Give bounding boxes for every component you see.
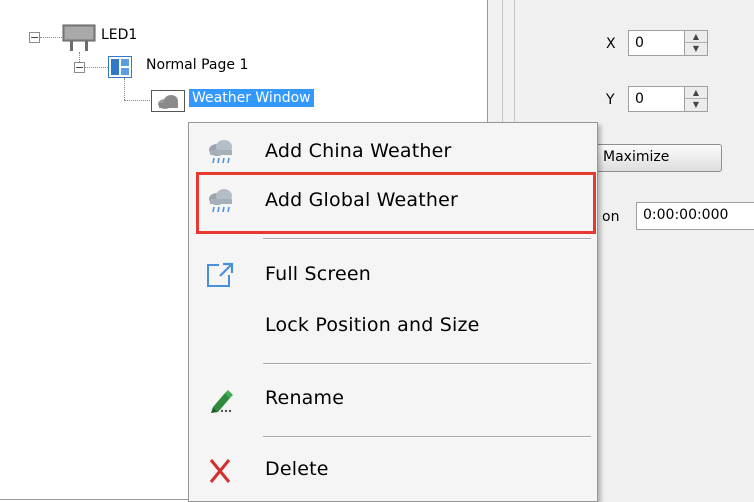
spin-down-icon[interactable]: ▼: [685, 99, 707, 111]
full-screen-icon: [207, 261, 234, 287]
delete-x-icon: [209, 459, 231, 483]
highlight-annotation: [196, 172, 596, 234]
weather-cloud-icon: [209, 140, 232, 164]
menu-label: Lock Position and Size: [265, 314, 480, 336]
menu-label: Delete: [265, 458, 329, 480]
spin-down-icon[interactable]: ▼: [685, 43, 707, 55]
tree-connector: [124, 100, 150, 101]
y-label: Y: [606, 92, 615, 108]
maximize-button[interactable]: Maximize: [596, 144, 722, 172]
tree-connector: [40, 37, 62, 38]
spin-up-icon[interactable]: ▲: [685, 87, 707, 99]
x-spin-buttons: ▲ ▼: [684, 31, 707, 55]
tree-item-led1[interactable]: LED1: [101, 27, 137, 43]
tree-item-normal-page-1[interactable]: Normal Page 1: [146, 57, 248, 73]
menu-item-full-screen[interactable]: Full Screen: [189, 252, 597, 298]
collapse-toggle-led1[interactable]: −: [29, 32, 40, 43]
tree-connector: [124, 78, 125, 100]
duration-label: on: [602, 209, 620, 225]
x-label: X: [606, 36, 616, 52]
menu-separator: [263, 436, 591, 438]
tree-item-weather-window[interactable]: Weather Window: [189, 89, 314, 107]
collapse-toggle-normal-page-1[interactable]: −: [74, 62, 85, 73]
menu-separator: [263, 238, 591, 240]
menu-label: Rename: [265, 387, 345, 409]
page-layout-icon: [108, 56, 132, 78]
led-screen-icon: [62, 24, 96, 51]
menu-separator: [263, 363, 591, 365]
duration-field[interactable]: 0:00:00:000: [636, 202, 754, 230]
cloud-window-icon: [151, 90, 185, 112]
spin-up-icon[interactable]: ▲: [685, 31, 707, 43]
y-value: 0: [635, 91, 644, 107]
menu-label: Full Screen: [265, 263, 372, 285]
x-value: 0: [635, 35, 644, 51]
menu-item-delete[interactable]: Delete: [189, 447, 597, 493]
tree-connector: [85, 67, 108, 68]
y-spin-buttons: ▲ ▼: [684, 87, 707, 111]
menu-item-lock-position-and-size[interactable]: Lock Position and Size: [189, 303, 597, 349]
y-spinbox[interactable]: 0 ▲ ▼: [628, 86, 708, 112]
menu-label: Add China Weather: [265, 140, 452, 162]
pencil-icon: [211, 390, 233, 413]
x-spinbox[interactable]: 0 ▲ ▼: [628, 30, 708, 56]
menu-item-add-china-weather[interactable]: Add China Weather: [189, 129, 597, 175]
menu-item-rename[interactable]: Rename: [189, 376, 597, 422]
